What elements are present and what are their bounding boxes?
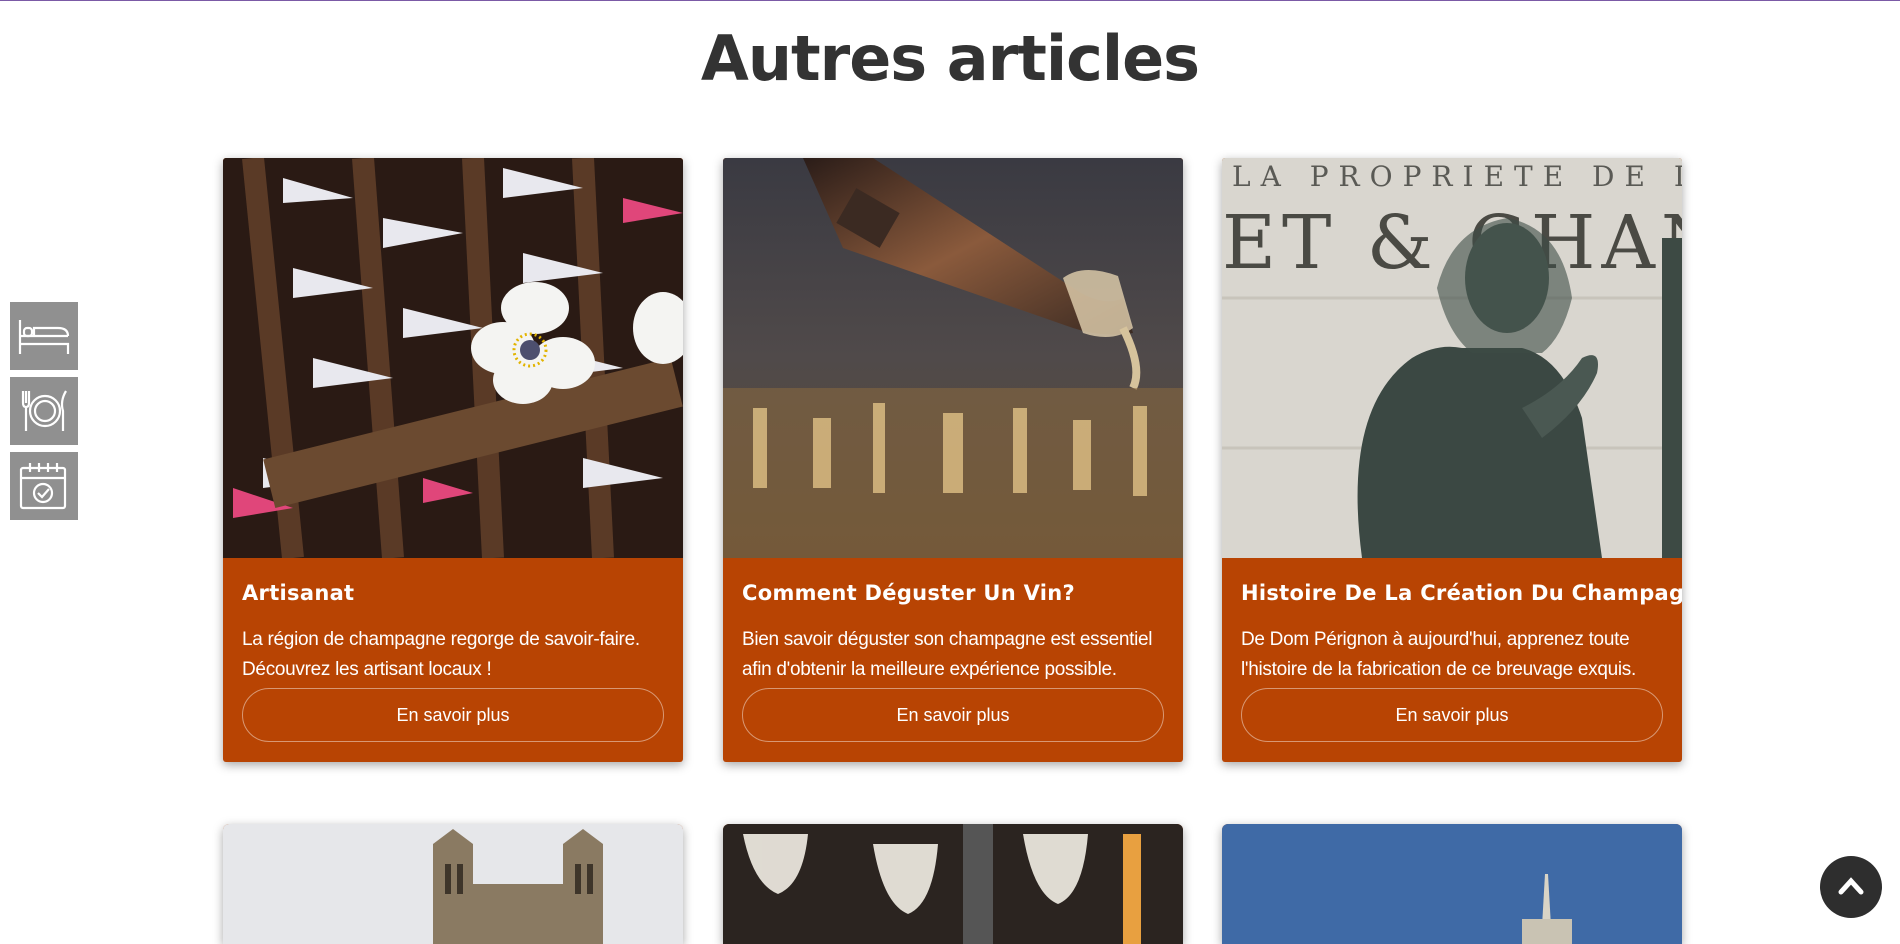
read-more-button[interactable]: En savoir plus bbox=[742, 688, 1164, 742]
article-title: Artisanat bbox=[242, 581, 355, 605]
article-card-monument[interactable] bbox=[1222, 824, 1682, 944]
article-description: La région de champagne regorge de savoir… bbox=[242, 629, 640, 680]
calendar-check-icon[interactable] bbox=[10, 452, 78, 520]
article-title: Histoire De La Création Du Champagne bbox=[1241, 581, 1682, 605]
article-image-cathedral bbox=[223, 824, 683, 944]
page-title: Autres articles bbox=[700, 22, 1200, 95]
article-card-wine-glasses[interactable] bbox=[723, 824, 1183, 944]
article-image-champagne-pour bbox=[723, 158, 1183, 558]
read-more-button[interactable]: En savoir plus bbox=[1241, 688, 1663, 742]
scroll-to-top-button[interactable] bbox=[1820, 856, 1882, 918]
side-nav bbox=[10, 302, 78, 527]
article-image-dom-perignon-statue: LA PROPRIETE DE L ET & CHAN bbox=[1222, 158, 1682, 558]
chevron-up-icon bbox=[1838, 877, 1864, 895]
read-more-button[interactable]: En savoir plus bbox=[242, 688, 664, 742]
top-divider bbox=[0, 0, 1900, 1]
article-card-artisanat: Artisanat La région de champagne regorge… bbox=[223, 158, 683, 762]
article-description: De Dom Pérignon à aujourd'hui, apprenez … bbox=[1241, 629, 1636, 680]
plate-fork-knife-icon[interactable] bbox=[10, 377, 78, 445]
article-image-brushes bbox=[223, 158, 683, 558]
bed-icon[interactable] bbox=[10, 302, 78, 370]
article-image-wine-glasses bbox=[723, 824, 1183, 944]
inscription-line-1: LA PROPRIETE DE L bbox=[1232, 160, 1682, 193]
article-card-cathedral[interactable] bbox=[223, 824, 683, 944]
article-card-degustation: Comment Déguster Un Vin? Bien savoir dég… bbox=[723, 158, 1183, 762]
article-title: Comment Déguster Un Vin? bbox=[742, 581, 1075, 605]
article-description: Bien savoir déguster son champagne est e… bbox=[742, 629, 1153, 680]
article-image-monument bbox=[1222, 824, 1682, 944]
article-card-histoire: LA PROPRIETE DE L ET & CHAN Histoire De … bbox=[1222, 158, 1682, 762]
